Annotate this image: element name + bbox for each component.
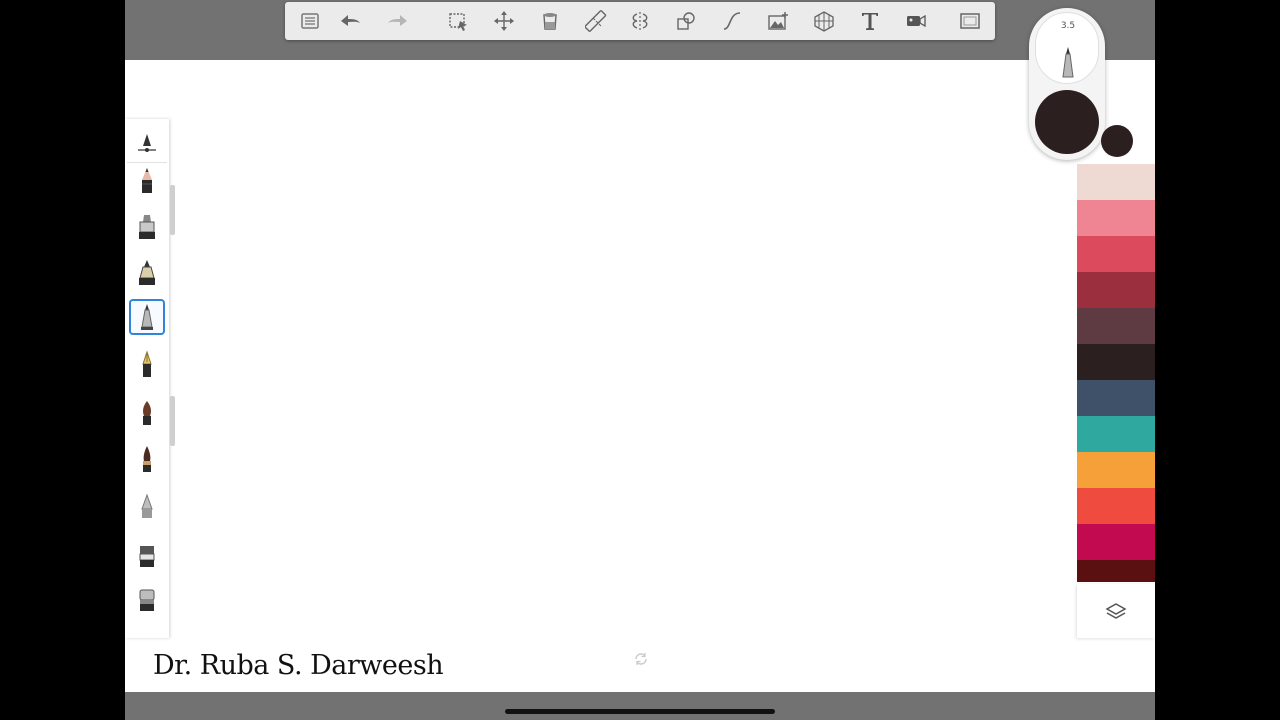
brush-size-puck[interactable]: 3.5 (1035, 12, 1099, 84)
bucket-icon (543, 13, 557, 30)
color-swatch[interactable] (1077, 416, 1155, 452)
fill-button[interactable] (537, 9, 563, 33)
fountain-pen-tool[interactable] (129, 347, 165, 383)
app-screen: 3.5 Dr. Ruba S. Darweesh (125, 0, 1155, 720)
ink-brush-tool[interactable] (129, 441, 165, 477)
selection-icon (449, 13, 467, 31)
fullscreen-button[interactable] (957, 9, 983, 33)
brush-library-button[interactable] (129, 123, 165, 159)
color-swatch[interactable] (1077, 380, 1155, 416)
color-palette (1077, 164, 1155, 582)
perspective-button[interactable] (811, 9, 837, 33)
pencil-tool[interactable] (129, 163, 165, 199)
move-icon (494, 11, 514, 31)
fountain-pen-icon (142, 350, 152, 377)
curve-button[interactable] (719, 9, 745, 33)
pen-tool[interactable] (129, 255, 165, 291)
color-swatch[interactable] (1077, 560, 1155, 582)
author-watermark: Dr. Ruba S. Darweesh (153, 650, 444, 681)
ruler-icon (585, 10, 607, 32)
color-swatch[interactable] (1077, 164, 1155, 200)
pencil-icon (142, 168, 152, 193)
paintbrush-icon (143, 401, 151, 425)
secondary-color-swatch[interactable] (1101, 125, 1133, 157)
brush-size-label: 3.5 (1060, 21, 1076, 31)
image-icon (768, 12, 788, 30)
menu-button[interactable] (297, 9, 323, 33)
color-swatch[interactable] (1077, 344, 1155, 380)
symmetry-icon (632, 12, 648, 30)
color-swatch[interactable] (1077, 272, 1155, 308)
shape-button[interactable] (673, 9, 699, 33)
color-swatch[interactable] (1077, 524, 1155, 560)
layers-button[interactable] (1077, 584, 1155, 638)
symmetry-button[interactable] (627, 9, 653, 33)
redo-button[interactable] (385, 9, 411, 33)
sync-icon (635, 653, 647, 665)
paintbrush-tool[interactable] (129, 395, 165, 431)
time-lapse-button[interactable] (903, 9, 929, 33)
curve-icon (723, 12, 741, 30)
undo-icon (341, 15, 360, 26)
current-color-swatch[interactable] (1035, 90, 1099, 154)
ballpoint-pen-icon (1062, 47, 1074, 78)
selection-button[interactable] (445, 9, 471, 33)
transform-button[interactable] (491, 9, 517, 33)
bottom-bar (125, 692, 1155, 720)
redo-icon (388, 15, 407, 26)
main-toolbar (285, 2, 995, 40)
brush-panel-scrollbar-bottom[interactable] (170, 396, 175, 446)
brush-palette (125, 119, 169, 638)
color-swatch[interactable] (1077, 488, 1155, 524)
list-icon (301, 13, 319, 29)
color-swatch[interactable] (1077, 236, 1155, 272)
airbrush-tool[interactable] (129, 489, 165, 525)
text-button[interactable] (857, 9, 883, 33)
color-swatch[interactable] (1077, 308, 1155, 344)
hard-eraser-tool[interactable] (129, 537, 165, 573)
fullscreen-icon (960, 13, 980, 29)
pen-icon (139, 260, 155, 285)
text-icon (862, 13, 878, 30)
soft-eraser-icon (139, 589, 155, 611)
brush-library-icon (138, 134, 156, 152)
eraser-icon (139, 546, 155, 567)
ruler-button[interactable] (583, 9, 609, 33)
shapes-icon (677, 12, 695, 30)
ballpoint-pen-icon (141, 304, 153, 330)
brush-panel-scrollbar-top[interactable] (170, 185, 175, 235)
soft-eraser-tool[interactable] (129, 581, 165, 617)
add-image-button[interactable] (765, 9, 791, 33)
marker-icon (139, 215, 155, 239)
color-swatch[interactable] (1077, 452, 1155, 488)
ballpoint-pen-tool[interactable] (129, 299, 165, 335)
color-swatch[interactable] (1077, 200, 1155, 236)
perspective-grid-icon (814, 11, 834, 32)
undo-button[interactable] (337, 9, 363, 33)
home-indicator[interactable] (505, 709, 775, 714)
marker-tool[interactable] (129, 209, 165, 245)
layers-icon (1105, 603, 1127, 619)
video-camera-icon (907, 14, 926, 28)
airbrush-icon (141, 493, 153, 518)
color-puck[interactable]: 3.5 (1029, 8, 1105, 160)
ink-brush-icon (143, 446, 151, 472)
